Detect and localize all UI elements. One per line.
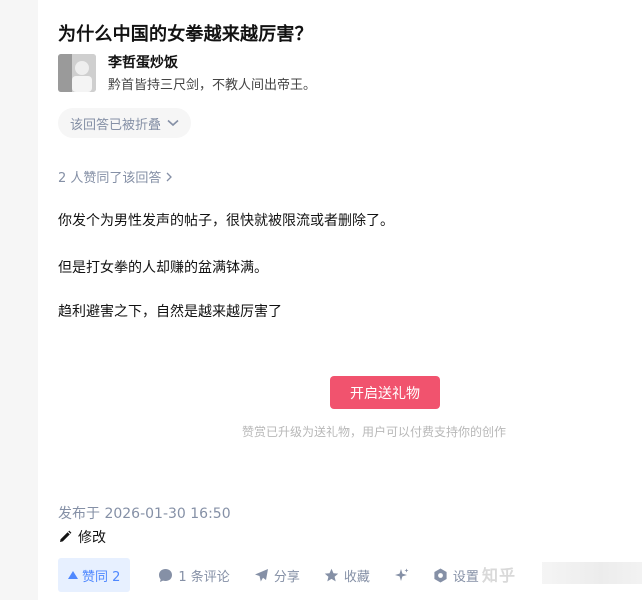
settings-button[interactable]: 设置 <box>433 566 479 585</box>
answer-paragraph: 趋利避害之下，自然是越来越厉害了 <box>58 304 282 320</box>
upvote-summary-link[interactable]: 2 人赞同了该回答 <box>58 167 173 186</box>
pencil-icon <box>60 530 72 542</box>
upvote-summary-text: 2 人赞同了该回答 <box>58 171 162 186</box>
favorite-button[interactable]: 收藏 <box>324 566 370 585</box>
answer-card: 为什么中国的女拳越来越厉害？ 李哲蛋炒饭 黔首皆持三尺剑，不教人间出帝王。 该回… <box>38 0 642 600</box>
triangle-up-icon <box>68 571 78 579</box>
answer-paragraph: 你发个为男性发声的帖子，很快就被限流或者删除了。 <box>58 213 394 229</box>
settings-label: 设置 <box>452 569 479 585</box>
comment-label: 1 条评论 <box>178 569 230 585</box>
watermark-blur <box>542 562 642 584</box>
watermark-logo: 知乎 <box>481 566 516 585</box>
send-gift-button[interactable]: 开启送礼物 <box>330 376 440 409</box>
comment-button[interactable]: 1 条评论 <box>158 566 230 585</box>
left-margin <box>0 0 38 600</box>
upvote-label: 赞同 2 <box>82 569 121 585</box>
publish-time[interactable]: 发布于 2026-01-30 16:50 <box>58 503 231 523</box>
share-button[interactable]: 分享 <box>254 566 300 585</box>
gift-hint: 赞赏已升级为送礼物，用户可以付费支持你的创作 <box>242 425 507 439</box>
chevron-right-icon <box>166 172 173 181</box>
avatar[interactable] <box>58 54 96 92</box>
sparkle-button[interactable] <box>394 568 409 583</box>
share-icon <box>254 568 268 581</box>
edit-button[interactable]: 修改 <box>58 527 106 547</box>
star-icon <box>324 568 339 581</box>
comment-icon <box>159 568 173 582</box>
favorite-label: 收藏 <box>343 569 370 585</box>
gear-icon <box>434 568 447 582</box>
edit-label: 修改 <box>78 530 106 546</box>
author-name[interactable]: 李哲蛋炒饭 <box>108 52 178 72</box>
fold-notice-label: 该回答已被折叠 <box>70 117 162 133</box>
share-label: 分享 <box>273 569 300 585</box>
question-title[interactable]: 为什么中国的女拳越来越厉害？ <box>58 20 313 46</box>
sparkle-icon <box>394 568 409 581</box>
chevron-down-icon <box>167 119 179 127</box>
avatar-image <box>58 54 96 92</box>
fold-notice-button[interactable]: 该回答已被折叠 <box>58 108 192 138</box>
upvote-button[interactable]: 赞同 2 <box>58 558 131 592</box>
answer-paragraph: 但是打女拳的人却赚的盆满钵满。 <box>58 260 268 276</box>
author-bio: 黔首皆持三尺剑，不教人间出帝王。 <box>108 78 317 93</box>
